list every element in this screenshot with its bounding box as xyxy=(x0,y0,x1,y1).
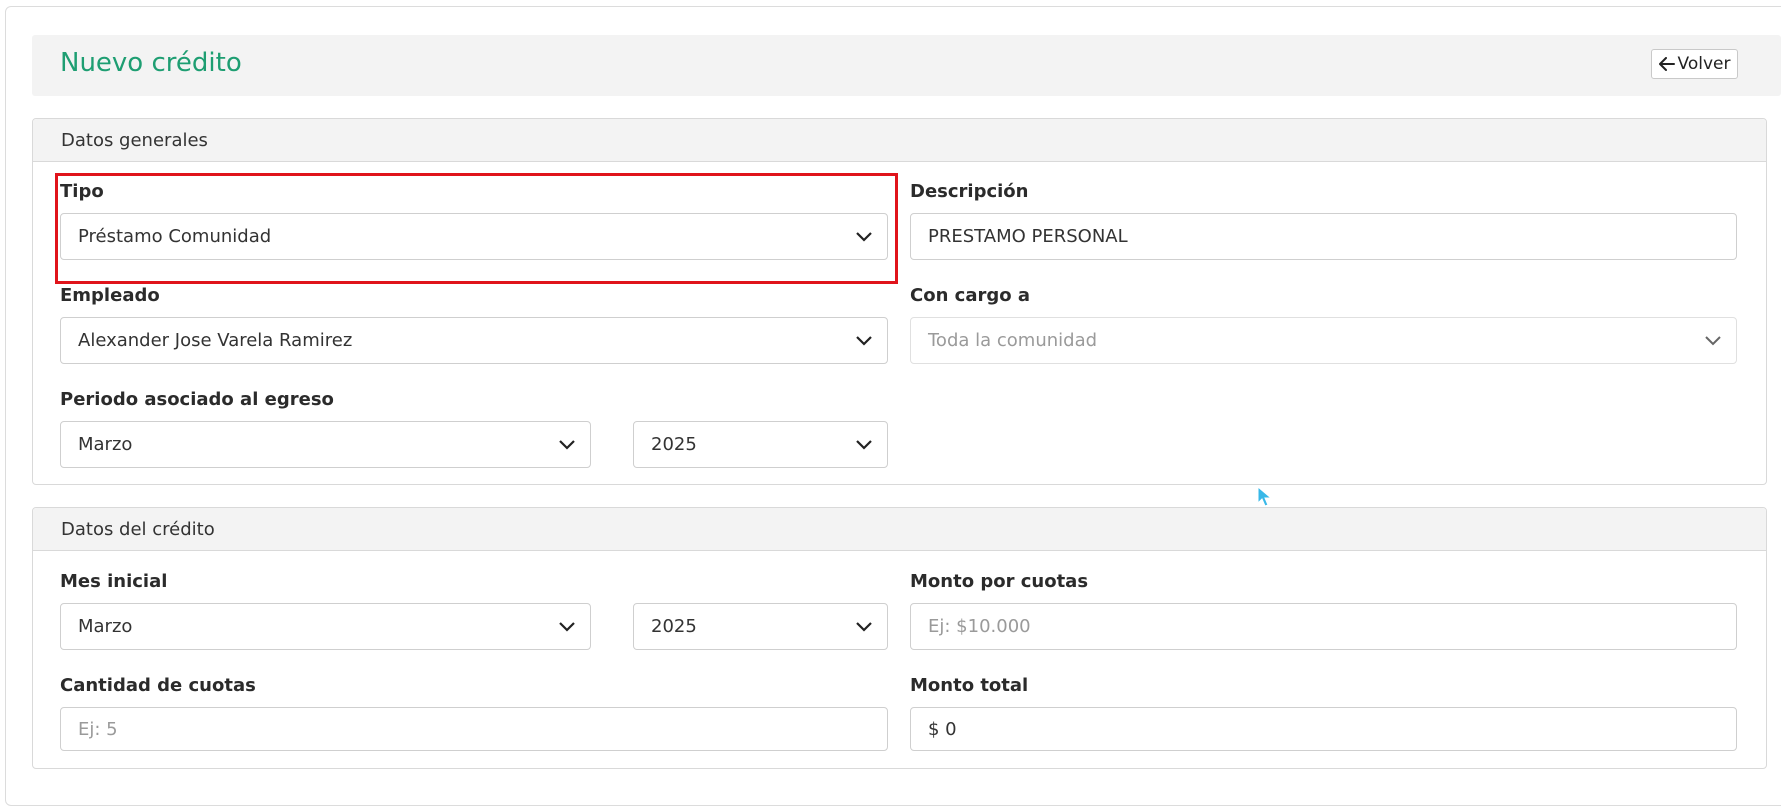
cantidad-cuotas-input[interactable]: Ej: 5 xyxy=(60,707,888,751)
con-cargo-label: Con cargo a xyxy=(910,285,1031,306)
mes-inicial-year-select[interactable]: 2025 xyxy=(633,603,888,650)
monto-total-value: $ 0 xyxy=(928,718,957,740)
arrow-left-icon xyxy=(1658,57,1675,71)
cantidad-cuotas-label: Cantidad de cuotas xyxy=(60,675,256,696)
descripcion-label: Descripción xyxy=(910,181,1029,202)
chevron-down-icon xyxy=(856,232,872,242)
con-cargo-select-value: Toda la comunidad xyxy=(928,330,1098,351)
chevron-down-icon xyxy=(559,440,575,450)
cantidad-cuotas-placeholder: Ej: 5 xyxy=(78,718,118,740)
back-button-label: Volver xyxy=(1677,54,1731,74)
empleado-label: Empleado xyxy=(60,285,160,306)
credito-section-title: Datos del crédito xyxy=(33,508,1766,551)
chevron-down-icon xyxy=(856,440,872,450)
mes-inicial-month-select[interactable]: Marzo xyxy=(60,603,591,650)
periodo-year-value: 2025 xyxy=(651,434,697,455)
general-section-title: Datos generales xyxy=(33,119,1766,162)
periodo-month-value: Marzo xyxy=(78,434,133,455)
periodo-year-select[interactable]: 2025 xyxy=(633,421,888,468)
empleado-select[interactable]: Alexander Jose Varela Ramirez xyxy=(60,317,888,364)
monto-cuotas-placeholder: Ej: $10.000 xyxy=(928,616,1031,637)
chevron-down-icon xyxy=(559,622,575,632)
empleado-select-value: Alexander Jose Varela Ramirez xyxy=(78,330,353,351)
monto-total-label: Monto total xyxy=(910,675,1029,696)
con-cargo-select[interactable]: Toda la comunidad xyxy=(910,317,1737,364)
monto-cuotas-input[interactable]: Ej: $10.000 xyxy=(910,603,1737,650)
tipo-label: Tipo xyxy=(60,181,104,202)
mes-inicial-label: Mes inicial xyxy=(60,571,168,592)
monto-cuotas-label: Monto por cuotas xyxy=(910,571,1089,592)
chevron-down-icon xyxy=(856,336,872,346)
periodo-month-select[interactable]: Marzo xyxy=(60,421,591,468)
mes-inicial-month-value: Marzo xyxy=(78,616,133,637)
tipo-select[interactable]: Préstamo Comunidad xyxy=(60,213,888,260)
chevron-down-icon xyxy=(856,622,872,632)
back-button[interactable]: Volver xyxy=(1651,49,1738,79)
mouse-pointer-icon xyxy=(1257,486,1273,507)
mes-inicial-year-value: 2025 xyxy=(651,616,697,637)
monto-total-input[interactable]: $ 0 xyxy=(910,707,1737,751)
chevron-down-icon xyxy=(1705,336,1721,346)
page-header: Nuevo crédito Volver xyxy=(32,35,1781,96)
periodo-label: Periodo asociado al egreso xyxy=(60,389,334,410)
descripcion-input-value: PRESTAMO PERSONAL xyxy=(928,226,1128,247)
descripcion-input[interactable]: PRESTAMO PERSONAL xyxy=(910,213,1737,260)
page-title: Nuevo crédito xyxy=(60,48,242,78)
tipo-select-value: Préstamo Comunidad xyxy=(78,226,272,247)
